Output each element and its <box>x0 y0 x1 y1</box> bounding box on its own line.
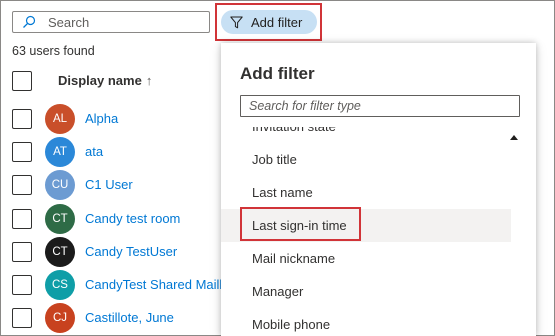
search-box[interactable] <box>12 11 210 33</box>
table-row: CT Candy TestUser <box>12 237 222 267</box>
filter-option[interactable]: Mobile phone <box>221 308 511 336</box>
filter-search-input[interactable] <box>249 99 519 113</box>
user-name-link[interactable]: Castillote, June <box>85 310 174 325</box>
panel-title: Add filter <box>240 64 315 83</box>
table-row: AL Alpha <box>12 104 222 134</box>
user-name-link[interactable]: C1 User <box>85 177 133 192</box>
add-filter-button[interactable]: Add filter <box>221 10 317 34</box>
row-checkbox[interactable] <box>12 142 32 162</box>
filter-option[interactable]: Last name <box>221 176 511 209</box>
avatar: CT <box>45 237 75 267</box>
avatar: CU <box>45 170 75 200</box>
avatar: CT <box>45 204 75 234</box>
avatar: CS <box>45 270 75 300</box>
search-icon <box>23 15 36 28</box>
scrollbar[interactable] <box>508 131 518 336</box>
table-header: Display name ↑ <box>12 69 222 93</box>
users-count: 63 users found <box>12 44 95 58</box>
last-sign-in-highlight <box>240 207 361 241</box>
filter-option[interactable]: Job title <box>221 143 511 176</box>
table-row: CS CandyTest Shared Mailbox <box>12 270 240 300</box>
avatar: CJ <box>45 303 75 333</box>
user-name-link[interactable]: ata <box>85 144 103 159</box>
filter-option[interactable]: Mail nickname <box>221 242 511 275</box>
column-header-display-name[interactable]: Display name ↑ <box>58 73 152 88</box>
row-checkbox[interactable] <box>12 275 32 295</box>
user-name-link[interactable]: Candy test room <box>85 211 180 226</box>
avatar: AT <box>45 137 75 167</box>
table-row: AT ata <box>12 137 222 167</box>
user-name-link[interactable]: Alpha <box>85 111 118 126</box>
row-checkbox[interactable] <box>12 308 32 328</box>
column-header-label: Display name <box>58 73 142 88</box>
filter-option[interactable]: Invitation state <box>221 127 511 143</box>
user-name-link[interactable]: Candy TestUser <box>85 244 177 259</box>
row-checkbox[interactable] <box>12 175 32 195</box>
add-filter-label: Add filter <box>251 14 303 30</box>
filter-option[interactable]: Manager <box>221 275 511 308</box>
search-input[interactable] <box>48 14 208 30</box>
select-all-checkbox[interactable] <box>12 71 32 91</box>
filter-search-box[interactable] <box>240 95 520 117</box>
avatar: AL <box>45 104 75 134</box>
add-filter-panel: Add filter Invitation state Job title La… <box>221 43 536 336</box>
row-checkbox[interactable] <box>12 242 32 262</box>
table-row: CJ Castillote, June <box>12 303 222 333</box>
sort-ascending-icon: ↑ <box>145 73 153 88</box>
user-name-link[interactable]: CandyTest Shared Mailbox <box>85 277 240 292</box>
row-checkbox[interactable] <box>12 209 32 229</box>
table-row: CT Candy test room <box>12 204 222 234</box>
scroll-up-arrow-icon[interactable] <box>510 135 518 140</box>
table-row: CU C1 User <box>12 170 222 200</box>
funnel-icon <box>230 16 243 28</box>
row-checkbox[interactable] <box>12 109 32 129</box>
